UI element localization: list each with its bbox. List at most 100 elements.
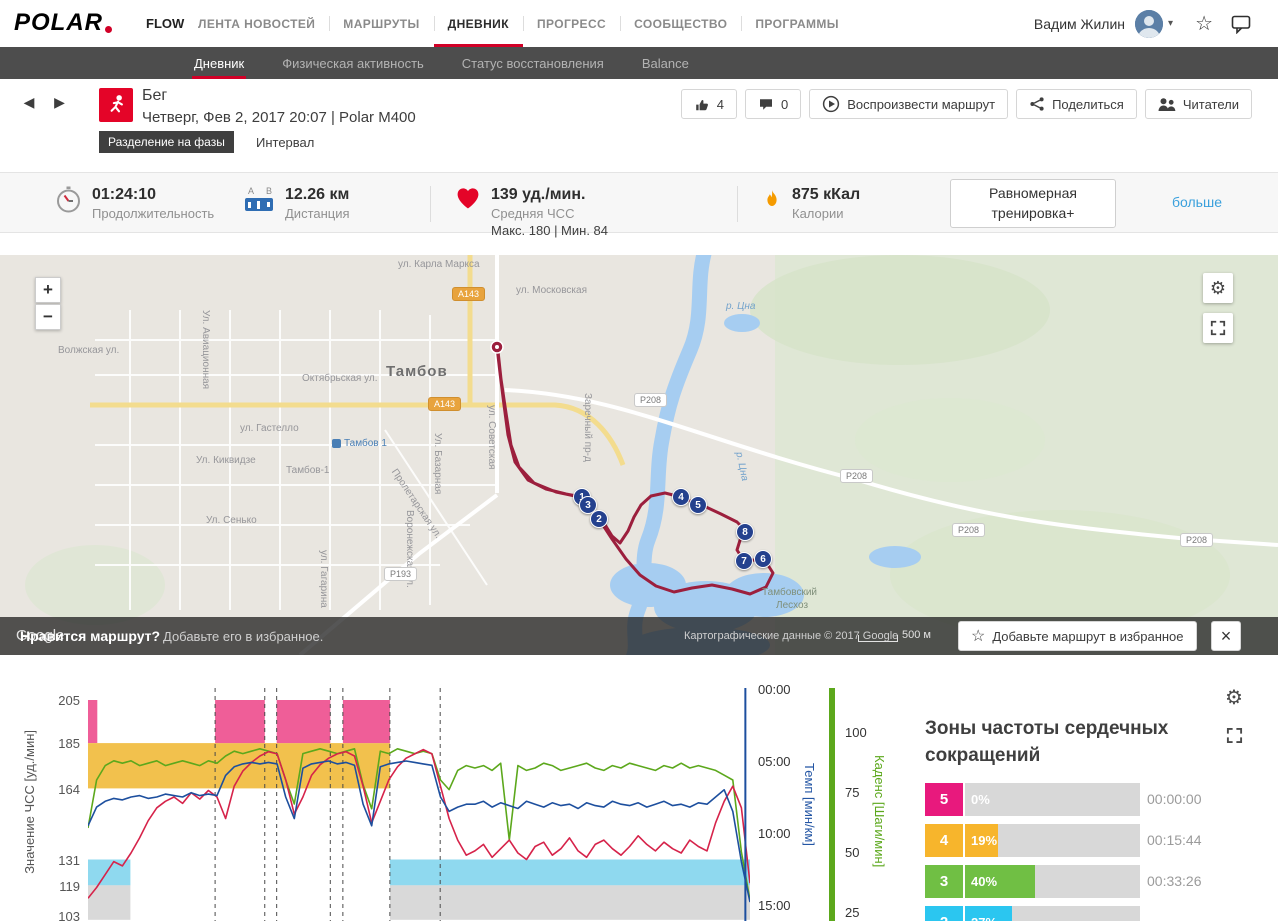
map-street-label: Ул. Киквидзе (196, 455, 256, 466)
stat-heart-rate: 139 уд./мин. Средняя ЧСС Макс. 180 | Мин… (455, 186, 608, 238)
chevron-down-icon[interactable]: ▾ (1168, 18, 1173, 29)
zone-bar-track: 27% (965, 906, 1140, 921)
map-street-label: Ул. Базарная (432, 433, 443, 494)
close-overlay-button[interactable]: × (1211, 621, 1241, 651)
zone-percent: 27% (971, 906, 997, 921)
comments-button[interactable]: 0 (745, 89, 801, 119)
phase-value: Интервал (256, 135, 314, 150)
map-street-label: Ул. Сенько (206, 515, 257, 526)
nav-progress[interactable]: ПРОГРЕСС (523, 0, 620, 47)
map-river-label: р. Цна (726, 301, 755, 312)
route-marker-4[interactable]: 4 (672, 488, 690, 506)
share-label: Поделиться (1052, 97, 1124, 112)
favorites-star-icon[interactable]: ☆ (1195, 11, 1213, 36)
chart-plot-area[interactable] (88, 688, 750, 921)
readers-button[interactable]: Читатели (1145, 89, 1252, 119)
map-forest-label: Тамбовский (762, 587, 817, 598)
diary-subnav: Дневник Физическая активность Статус вос… (0, 47, 1278, 79)
route-marker-5[interactable]: 5 (689, 496, 707, 514)
zone-number: 4 (925, 824, 963, 857)
subnav-recovery-status[interactable]: Статус восстановления (460, 47, 606, 79)
more-link[interactable]: больше (1172, 194, 1222, 210)
polar-logo-dot (105, 26, 112, 33)
share-button[interactable]: Поделиться (1016, 89, 1137, 119)
pace-axis-tick: 05:00 (758, 754, 791, 769)
road-badge: А143 (428, 397, 461, 411)
hr-label: Средняя ЧСС (491, 206, 608, 221)
hr-value: 139 уд./мин. (491, 186, 608, 204)
comment-icon (758, 96, 774, 112)
stats-separator (430, 186, 431, 222)
hr-axis-label: Значение ЧСС [уд./мин] (22, 730, 37, 874)
route-favorite-overlay: Google Нравится маршрут? Добавьте его в … (0, 617, 1278, 655)
session-header: ◀ ▶ Бег Четверг, Фев 2, 2017 20:07 | Pol… (0, 79, 1278, 172)
road-badge: Р208 (840, 469, 873, 483)
subnav-balance[interactable]: Balance (640, 47, 691, 79)
polar-logo[interactable]: POLAR (14, 9, 112, 37)
distance-label: Дистанция (285, 206, 350, 221)
training-benefit-button[interactable]: Равномерная тренировка+ (950, 179, 1116, 228)
road-badge: Р193 (384, 567, 417, 581)
map-street-label: ул. Московская (516, 285, 587, 296)
map-street-label: ул. Карла Маркса (398, 259, 480, 270)
map-fullscreen-button[interactable] (1203, 313, 1233, 343)
zone-percent: 40% (971, 865, 997, 898)
main-nav: ЛЕНТА НОВОСТЕЙ МАРШРУТЫ ДНЕВНИК ПРОГРЕСС… (184, 0, 853, 47)
training-curves-chart: Значение ЧСС [уд./мин] 205 185 164 131 1… (0, 675, 920, 921)
route-map[interactable]: Тамбов Октябрьская ул. ул. Карла Маркса … (0, 255, 1278, 655)
top-navigation: POLAR FLOW ЛЕНТА НОВОСТЕЙ МАРШРУТЫ ДНЕВН… (0, 0, 1278, 47)
route-marker-2[interactable]: 2 (590, 510, 608, 528)
zone-number: 5 (925, 783, 963, 816)
fullscreen-icon (1226, 727, 1243, 744)
nav-community[interactable]: СООБЩЕСТВО (620, 0, 741, 47)
add-route-favorite-button[interactable]: ☆ Добавьте маршрут в избранное (958, 621, 1197, 651)
road-badge: Р208 (1180, 533, 1213, 547)
hr-zones-panel: ⚙ Зоны частоты сердечных сокращений 5 0%… (925, 675, 1278, 921)
subnav-activity[interactable]: Физическая активность (280, 47, 426, 79)
comment-count: 0 (781, 97, 788, 112)
chat-icon[interactable] (1231, 14, 1252, 34)
map-settings-gear-button[interactable]: ⚙ (1203, 273, 1233, 303)
fullscreen-icon (1210, 320, 1226, 336)
pace-axis-tick: 10:00 (758, 826, 791, 841)
prev-session-button[interactable]: ◀ (16, 89, 42, 115)
hr-zone-row-5: 5 0% 00:00:00 (925, 783, 1245, 816)
running-icon (99, 88, 133, 122)
chart-settings-gear-icon[interactable]: ⚙ (1225, 685, 1243, 710)
distance-icon: AB (245, 186, 275, 221)
nav-programs[interactable]: ПРОГРАММЫ (741, 0, 853, 47)
phase-split-tag: Разделение на фазы (99, 131, 234, 153)
avatar[interactable] (1135, 10, 1163, 38)
map-forest-label: Лесхоз (776, 600, 808, 611)
stat-distance: AB 12.26 км Дистанция (245, 186, 350, 221)
subnav-diary[interactable]: Дневник (192, 47, 246, 79)
zoom-in-button[interactable]: + (35, 277, 61, 303)
play-route-button[interactable]: Воспроизвести маршрут (809, 89, 1008, 119)
chart-fullscreen-icon[interactable] (1226, 727, 1243, 749)
map-street-label: ул. Гастелло (240, 423, 299, 434)
cadence-axis-tick: 100 (845, 725, 867, 740)
like-button[interactable]: 4 (681, 89, 737, 119)
nav-routes[interactable]: МАРШРУТЫ (329, 0, 433, 47)
route-overlay (0, 255, 1278, 655)
session-actions: 4 0 Воспроизвести маршрут (681, 89, 1252, 119)
calories-label: Калории (792, 206, 860, 221)
top-right-cluster: Вадим Жилин ▾ ☆ (1034, 0, 1252, 47)
map-scale-label: 500 м (902, 629, 931, 641)
zoom-out-button[interactable]: − (35, 304, 61, 330)
route-marker-6[interactable]: 6 (754, 550, 772, 568)
nav-diary[interactable]: ДНЕВНИК (434, 0, 523, 47)
zone-time: 00:00:00 (1147, 783, 1202, 816)
route-marker-7[interactable]: 7 (735, 552, 753, 570)
sport-title: Бег (142, 87, 167, 105)
share-icon (1029, 96, 1045, 112)
user-name[interactable]: Вадим Жилин (1034, 16, 1125, 32)
add-route-favorite-label: Добавьте маршрут в избранное (992, 629, 1183, 644)
map-street-label: ул. Советская (486, 405, 497, 469)
next-session-button[interactable]: ▶ (46, 89, 72, 115)
zone-percent: 0% (971, 783, 990, 816)
route-marker-8[interactable]: 8 (736, 523, 754, 541)
session-datetime: Четверг, Фев 2, 2017 20:07 | Polar M400 (142, 109, 416, 126)
nav-news-feed[interactable]: ЛЕНТА НОВОСТЕЙ (184, 0, 329, 47)
duration-label: Продолжительность (92, 206, 214, 221)
